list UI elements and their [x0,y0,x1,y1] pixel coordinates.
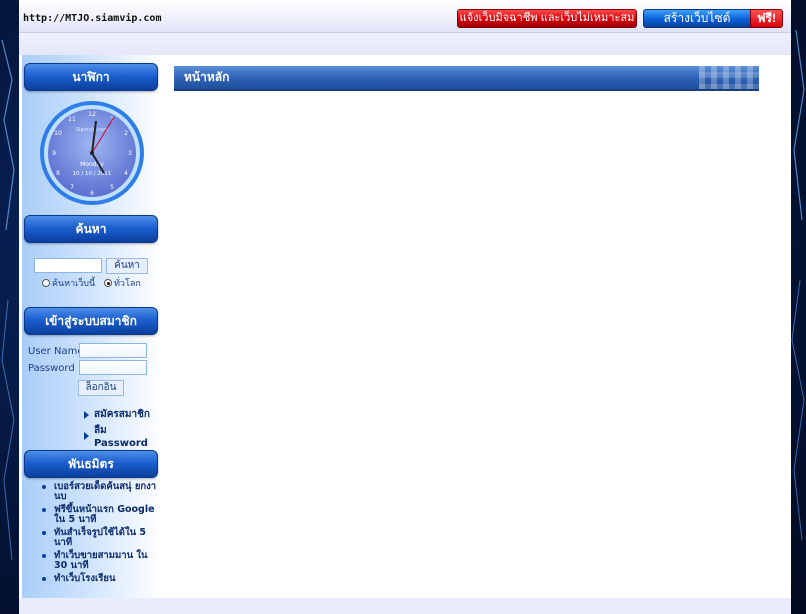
partner-link[interactable]: ฟรีขึ้นหน้าแรก Google ใน 5 นาที [42,505,160,525]
svg-text:7: 7 [70,184,74,191]
svg-text:6: 6 [90,190,94,197]
arrow-right-icon [84,410,89,419]
password-label: Password [28,363,75,374]
header-stripe [19,33,791,55]
page-container: http://MTJO.siamvip.com แจ้งเว็บมิจฉาชีพ… [19,0,791,614]
clock-date: 10 / 10 / 2011 [73,171,112,177]
forgot-link-label: ลืม Password [94,425,148,449]
top-bar: http://MTJO.siamvip.com แจ้งเว็บมิจฉาชีพ… [19,0,791,33]
register-link[interactable]: สมัครสมาชิก [84,407,150,422]
radio-search-site[interactable]: ค้นหาเว็บนี้ [42,276,95,290]
create-website-banner[interactable]: สร้างเว็บไซต์ [643,9,751,28]
search-input[interactable] [34,258,102,273]
partner-link[interactable]: ทันสำเร็จรูปใช้ได้ใน 5 นาที [42,528,160,548]
username-field[interactable] [79,343,147,358]
radio-circle[interactable] [42,279,50,287]
svg-text:8: 8 [56,170,60,177]
svg-text:3: 3 [128,150,132,157]
arrow-right-icon [84,432,89,440]
page-title: หน้าหลัก [184,70,230,84]
site-url[interactable]: http://MTJO.siamvip.com [23,13,161,24]
sidebar: นาฬิกา 1212 345 678 91011 Siamvip.com Mo… [22,55,162,598]
radio-search-world[interactable]: ทั่วโลก [104,276,141,290]
partner-link[interactable]: ทำเว็บขายสามมาน ใน 30 นาที [42,551,160,571]
svg-text:5: 5 [110,184,114,191]
svg-text:2: 2 [124,130,128,137]
svg-text:12: 12 [88,111,96,118]
radio-world-label: ทั่วโลก [114,279,141,289]
partners-panel-title: พันธมิตร [24,450,158,478]
svg-text:9: 9 [52,150,56,157]
report-web-banner[interactable]: แจ้งเว็บมิจฉาชีพ และเว็บไม่เหมาะสม [457,9,637,28]
search-button[interactable]: ค้นหา [106,258,148,274]
footer-bar [19,598,791,614]
partner-link[interactable]: เบอร์สวยเด็ดค้นสนุ่ ยกงานบ [42,482,160,502]
radio-site-label: ค้นหาเว็บนี้ [52,279,96,289]
forgot-password-link[interactable]: ลืม Password [84,423,162,449]
login-panel-title: เข้าสู่ระบบสมาชิก [24,307,158,335]
clock-brand: Siamvip.com [76,127,108,133]
svg-text:4: 4 [124,170,128,177]
username-label: User Name [28,346,84,357]
partners-list: เบอร์สวยเด็ดค้นสนุ่ ยกงานบ ฟรีขึ้นหน้าแร… [42,482,160,587]
svg-text:10: 10 [54,130,62,137]
login-button[interactable]: ล็อกอิน [78,380,124,396]
search-panel-title: ค้นหา [24,215,158,243]
password-field[interactable] [79,360,147,375]
clock-widget: 1212 345 678 91011 Siamvip.com Monday 10… [40,101,144,205]
register-link-label: สมัครสมาชิก [94,409,150,420]
radio-circle-selected[interactable] [104,279,112,287]
partner-link[interactable]: ทำเว็บโรงเรียน [42,574,160,584]
svg-text:11: 11 [68,116,76,123]
main-section-header: หน้าหลัก [174,66,759,91]
pixel-decoration [699,66,759,89]
free-badge[interactable]: ฟรี! [750,9,783,28]
clock-panel-title: นาฬิกา [24,63,158,91]
